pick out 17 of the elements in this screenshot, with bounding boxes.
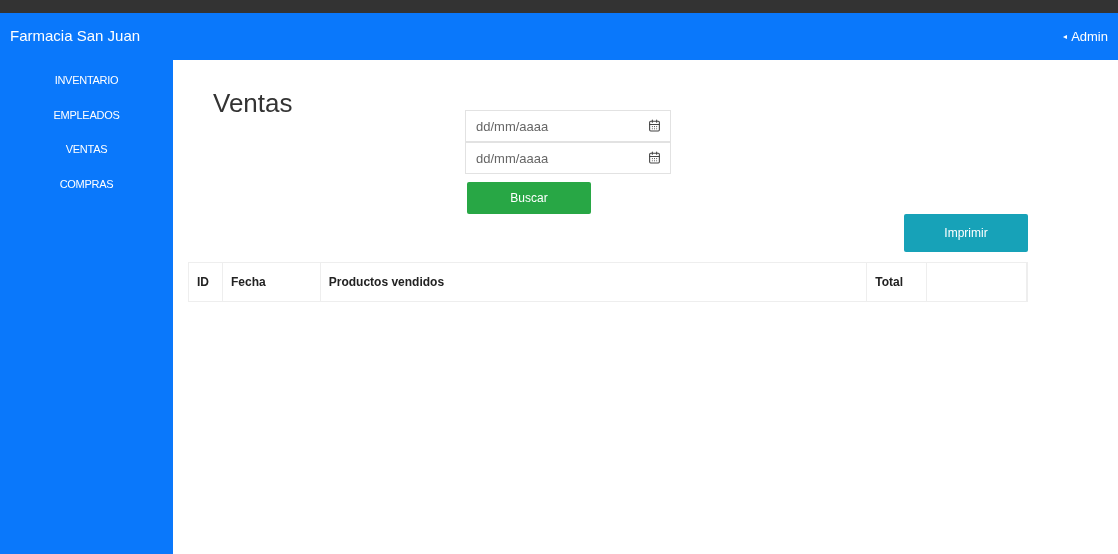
- search-button[interactable]: Buscar: [467, 182, 591, 214]
- sidebar-item[interactable]: EMPLEADOS: [53, 106, 120, 123]
- print-button[interactable]: Imprimir: [904, 214, 1028, 252]
- column-header: Productos vendidos: [320, 263, 868, 301]
- calendar-icon[interactable]: [648, 119, 661, 132]
- brand-title: Farmacia San Juan: [10, 26, 141, 47]
- date-field[interactable]: dd/mm/aaaa: [465, 110, 671, 142]
- column-header: Total: [867, 263, 928, 301]
- user-menu[interactable]: ◂ Admin: [1063, 26, 1108, 47]
- column-header: Fecha: [222, 263, 321, 301]
- sidebar-item[interactable]: INVENTARIO: [54, 72, 119, 89]
- column-header: ID: [189, 263, 223, 301]
- date-field[interactable]: dd/mm/aaaa: [465, 142, 671, 174]
- page-title: Ventas: [213, 87, 294, 120]
- sidebar-item[interactable]: COMPRAS: [59, 175, 114, 192]
- calendar-icon[interactable]: [648, 151, 661, 164]
- sidebar-item[interactable]: VENTAS: [65, 141, 108, 158]
